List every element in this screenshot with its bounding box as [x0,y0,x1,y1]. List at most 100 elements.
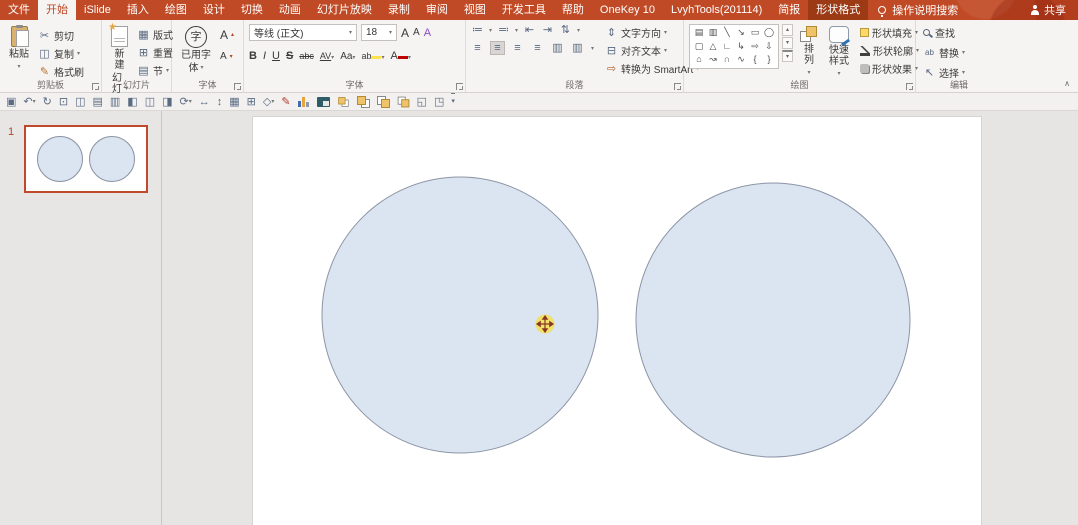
align-center-button[interactable]: ≡ [490,41,505,55]
ellipse-shape-left[interactable] [321,176,599,454]
collapse-ribbon-button[interactable]: ∧ [1064,79,1070,88]
shadow-button[interactable]: S [286,50,293,62]
tab-record[interactable]: 录制 [380,0,418,20]
distribute-vertical-button[interactable]: ↕ [217,94,223,110]
replace-button[interactable]: ab 替换 ▾ [921,44,967,61]
tab-draw[interactable]: 绘图 [157,0,195,20]
tab-review[interactable]: 审阅 [418,0,456,20]
tab-design[interactable]: 设计 [195,0,233,20]
tab-view[interactable]: 视图 [456,0,494,20]
send-backward-button[interactable] [376,95,390,108]
align-right-button[interactable]: ≡ [511,42,524,54]
shrink-font-button[interactable]: A ▾ [218,48,236,65]
insert-chart-button[interactable] [297,96,310,107]
print-button[interactable]: ▤ [92,94,102,110]
print-preview-button[interactable]: ◫ [75,94,85,110]
quick-styles-button[interactable]: 快速样式 ▾ [825,24,853,82]
decrease-font-button[interactable]: A [413,27,420,38]
gallery-more-button[interactable]: ▾ [782,50,793,62]
paste-button[interactable]: 粘贴 ▾ [5,24,33,75]
align-left-objects-button[interactable]: ◧ [127,94,137,110]
highlight-color-button[interactable]: ab ▾ [361,51,384,61]
quick-print-button[interactable]: ▥ [110,94,120,110]
add-remove-columns-button[interactable]: ▥ [571,42,584,54]
font-color-button[interactable]: A ▾ [390,50,410,62]
tab-animations[interactable]: 动画 [271,0,309,20]
bold-button[interactable]: B [249,50,257,62]
font-dialog-launcher[interactable] [456,83,463,90]
tab-transitions[interactable]: 切换 [233,0,271,20]
tab-help[interactable]: 帮助 [554,0,592,20]
clipboard-dialog-launcher[interactable] [92,83,99,90]
tab-lvyhtools[interactable]: LvyhTools(201114) [663,0,770,20]
gallery-up-button[interactable]: ▴ [782,24,793,36]
italic-button[interactable]: I [263,50,266,62]
reuse-slides-button[interactable]: ⊞ [247,94,256,110]
tab-insert[interactable]: 插入 [119,0,157,20]
tab-slideshow[interactable]: 幻灯片放映 [309,0,380,20]
line-spacing-button[interactable]: ⇅ [559,24,572,36]
share-button[interactable]: 共享 [1018,0,1078,20]
bring-to-front-button[interactable] [356,95,370,108]
tab-onekey[interactable]: OneKey 10 [592,0,663,20]
decrease-indent-button[interactable]: ⇤ [523,24,536,36]
change-case-button[interactable]: Aa▾ [340,51,355,62]
find-button[interactable]: 查找 [921,24,967,41]
slide-1-thumbnail[interactable] [24,125,148,193]
ungroup-objects-button[interactable]: ◳ [434,94,444,110]
tab-islide[interactable]: iSlide [76,0,119,20]
tab-developer[interactable]: 开发工具 [494,0,554,20]
arrange-button[interactable]: 排列 ▾ [796,24,822,81]
distribute-horizontal-button[interactable]: ↔ [199,94,210,110]
slide-canvas[interactable] [253,117,981,525]
gallery-down-button[interactable]: ▾ [782,37,793,49]
copy-button[interactable]: ◫ 复制 ▾ [36,45,86,62]
paragraph-dialog-launcher[interactable] [674,83,681,90]
group-objects-button[interactable]: ◱ [417,94,427,110]
tab-home[interactable]: 开始 [38,0,76,20]
shape-fill-button[interactable]: 形状填充 ▾ [858,24,921,41]
used-fonts-dialog-launcher[interactable] [234,83,241,90]
section-button[interactable]: ▤ 节 ▾ [135,62,175,79]
character-spacing-button[interactable]: AV▾ [320,51,334,61]
paste-caret-icon[interactable]: ▾ [17,62,20,73]
cut-button[interactable]: ✂ 剪切 [36,27,86,44]
tab-file[interactable]: 文件 [0,0,38,20]
smartart-convert-button[interactable] [316,96,330,107]
used-fonts-button[interactable]: 字 已用字 体 ▾ [177,24,215,76]
increase-font-button[interactable]: A [401,26,409,40]
format-painter-qat-button[interactable]: ✎ [281,94,290,110]
increase-indent-button[interactable]: ⇥ [541,24,554,36]
font-name-select[interactable]: 等线 (正文) ▾ [249,24,357,41]
bring-forward-button[interactable] [337,96,349,107]
tab-jianbao[interactable]: 简报 [770,0,808,20]
ellipse-shape-right[interactable] [635,182,911,458]
slide-layout-button[interactable]: ▦ [229,94,239,110]
qat-more-button[interactable]: ▾ [451,93,455,110]
shape-outline-button[interactable]: 形状轮廓 ▾ [858,42,921,59]
underline-button[interactable]: U [272,50,280,62]
save-button[interactable]: ▣ [6,94,16,110]
tab-shape-format[interactable]: 形状格式 [808,0,869,20]
send-to-back-button[interactable] [397,96,409,107]
clear-formatting-button[interactable]: A [424,27,431,39]
layout-button[interactable]: ▦ 版式 [135,26,175,43]
align-center-objects-button[interactable]: ◫ [145,94,155,110]
shape-effects-button[interactable]: 形状效果 ▾ [858,60,921,77]
drawing-dialog-launcher[interactable] [906,83,913,90]
grow-font-button[interactable]: A ▴ [218,26,236,43]
align-right-objects-button[interactable]: ◨ [162,94,172,110]
font-size-select[interactable]: 18 ▾ [361,24,397,41]
columns-button[interactable]: ▥ [551,42,564,54]
bullets-button[interactable]: ≔ [471,24,484,36]
strikethrough-button[interactable]: abc [299,51,314,61]
slideshow-button[interactable]: ⊡ [59,94,68,110]
justify-button[interactable]: ≡ [531,42,544,54]
align-left-button[interactable]: ≡ [471,42,484,54]
shape-gallery[interactable]: ▤ ▥ ╲ ↘ ▭ ◯ ▢ △ ∟ ↳ ⇨ ⇩ ⌂ ↝ ∩ ∿{} [689,24,779,69]
reset-button[interactable]: ⊞ 重置 [135,44,175,61]
undo-button[interactable]: ↶ ▾ [23,94,35,110]
rotate-button[interactable]: ⟳ ▾ [180,94,192,110]
numbering-button[interactable]: ≕ [497,24,510,36]
shapes-button[interactable]: ◇ ▾ [263,94,274,110]
